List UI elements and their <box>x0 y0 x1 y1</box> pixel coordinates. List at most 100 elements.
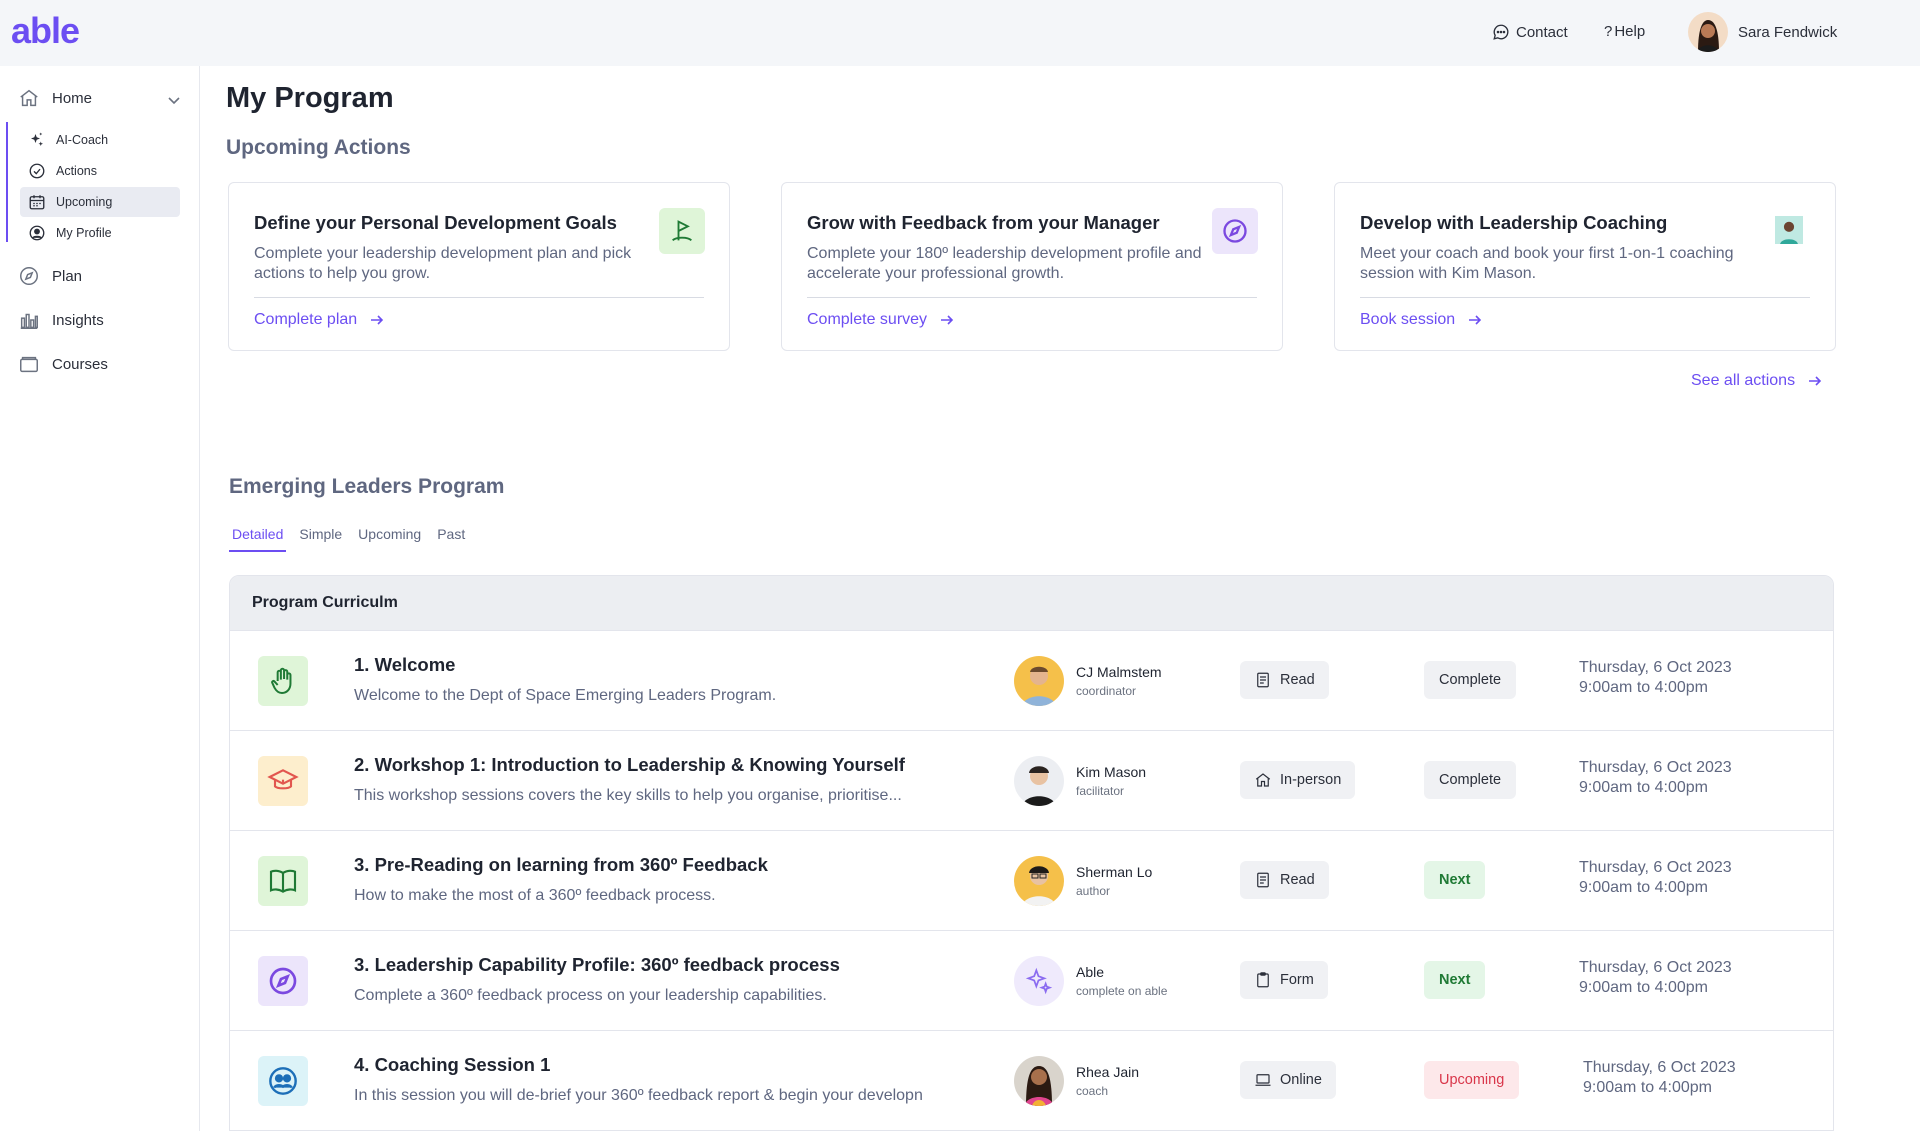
contact-label: Contact <box>1516 23 1568 41</box>
clipboard-icon <box>1257 972 1269 988</box>
type-badge: Online <box>1240 1061 1336 1099</box>
graduation-cap-icon <box>258 756 308 806</box>
divider <box>254 297 704 298</box>
row-title: 2. Workshop 1: Introduction to Leadershi… <box>354 754 905 775</box>
table-row[interactable]: 1. Welcome Welcome to the Dept of Space … <box>230 631 1833 731</box>
program-tabs: Detailed Simple Upcoming Past <box>229 526 468 552</box>
person-role: complete on able <box>1076 984 1168 998</box>
status-badge: Complete <box>1424 761 1517 799</box>
person: CJ Malmstem coordinator <box>1014 656 1162 706</box>
session-date: Thursday, 6 Oct 2023 <box>1579 659 1732 676</box>
tab-simple[interactable]: Simple <box>296 526 345 552</box>
type-badge: Read <box>1240 861 1329 899</box>
person-name: Rhea Jain <box>1076 1064 1140 1080</box>
table-row[interactable]: 3. Leadership Capability Profile: 360º f… <box>230 931 1833 1031</box>
laptop-icon <box>1255 1074 1271 1086</box>
card-description: Meet your coach and book your first 1-on… <box>1360 245 1734 282</box>
row-title: 1. Welcome <box>354 654 456 675</box>
row-title: 4. Coaching Session 1 <box>354 1054 551 1075</box>
app-logo[interactable]: able <box>11 10 80 52</box>
book-session-link[interactable]: Book session <box>1360 311 1483 329</box>
session-time: Thursday, 6 Oct 2023 9:00am to 4:00pm <box>1579 758 1732 798</box>
type-label: Read <box>1280 872 1315 888</box>
user-name: Sara Fendwick <box>1738 23 1838 41</box>
complete-plan-link[interactable]: Complete plan <box>254 311 385 329</box>
session-time: Thursday, 6 Oct 2023 9:00am to 4:00pm <box>1579 658 1732 698</box>
sidebar-item-insights[interactable]: Insights <box>18 309 104 331</box>
contact-link[interactable]: Contact <box>1492 23 1568 41</box>
upcoming-actions-title: Upcoming Actions <box>226 136 411 159</box>
complete-survey-link[interactable]: Complete survey <box>807 311 955 329</box>
table-row[interactable]: 2. Workshop 1: Introduction to Leadershi… <box>230 731 1833 831</box>
sidebar-item-courses[interactable]: Courses <box>18 353 108 375</box>
person-role: author <box>1076 884 1111 898</box>
type-label: Online <box>1280 1072 1322 1088</box>
sidebar-item-upcoming[interactable]: Upcoming <box>20 187 180 217</box>
sidebar-item-ai-coach[interactable]: AI-Coach <box>20 125 180 155</box>
able-sparkle-avatar <box>1014 956 1064 1006</box>
sidebar-item-plan[interactable]: Plan <box>18 265 82 287</box>
arrow-right-icon <box>1469 315 1482 325</box>
flag-icon <box>659 208 705 254</box>
type-badge: Form <box>1240 961 1328 999</box>
check-circle-icon <box>29 163 45 179</box>
action-card: Grow with Feedback from your Manager Com… <box>781 182 1283 351</box>
sidebar-item-label: AI-Coach <box>56 133 109 147</box>
card-description: Complete your leadership development pla… <box>254 245 632 282</box>
arrow-right-icon <box>1809 376 1822 386</box>
chevron-down-icon[interactable] <box>166 92 182 108</box>
coach-avatar <box>1767 208 1811 252</box>
link-label: Complete plan <box>254 311 358 328</box>
sidebar-item-label: Upcoming <box>56 195 113 209</box>
avatar <box>1014 656 1064 706</box>
tab-past[interactable]: Past <box>434 526 468 552</box>
program-title: Emerging Leaders Program <box>229 475 505 498</box>
house-icon <box>1255 773 1271 787</box>
people-icon <box>258 1056 308 1106</box>
sidebar-item-actions[interactable]: Actions <box>20 156 180 186</box>
row-description: This workshop sessions covers the key sk… <box>354 787 902 804</box>
type-badge: Read <box>1240 661 1329 699</box>
home-icon <box>20 89 38 107</box>
avatar <box>1014 1056 1064 1106</box>
see-all-actions-link[interactable]: See all actions <box>1691 372 1823 390</box>
compass-icon <box>20 267 38 285</box>
sidebar-item-label: My Profile <box>56 226 112 240</box>
avatar <box>1014 756 1064 806</box>
session-hours: 9:00am to 4:00pm <box>1579 779 1708 796</box>
help-link[interactable]: ? Help <box>1604 23 1645 40</box>
card-title: Develop with Leadership Coaching <box>1360 212 1668 233</box>
session-hours: 9:00am to 4:00pm <box>1579 679 1708 696</box>
card-title: Define your Personal Development Goals <box>254 212 617 233</box>
page-title: My Program <box>226 82 394 114</box>
submenu-indicator <box>6 122 8 242</box>
person-name: Kim Mason <box>1076 764 1147 780</box>
session-time: Thursday, 6 Oct 2023 9:00am to 4:00pm <box>1583 1058 1736 1098</box>
session-date: Thursday, 6 Oct 2023 <box>1579 959 1732 976</box>
link-label: Complete survey <box>807 311 928 328</box>
avatar <box>1688 12 1728 52</box>
bar-chart-icon <box>20 313 38 329</box>
sidebar-item-label: Plan <box>52 267 83 285</box>
top-bar: able Contact ? Help Sara Fendwick <box>0 0 1920 66</box>
session-hours: 9:00am to 4:00pm <box>1579 979 1708 996</box>
session-hours: 9:00am to 4:00pm <box>1579 879 1708 896</box>
status-badge: Next <box>1424 961 1486 999</box>
tab-detailed[interactable]: Detailed <box>229 526 287 552</box>
table-row[interactable]: 4. Coaching Session 1 In this session yo… <box>230 1031 1833 1131</box>
sidebar-item-label: Home <box>52 89 93 107</box>
user-menu[interactable]: Sara Fendwick <box>1688 12 1837 52</box>
tab-upcoming[interactable]: Upcoming <box>355 526 424 552</box>
person: Sherman Lo author <box>1014 856 1152 906</box>
divider <box>1360 297 1810 298</box>
sidebar-item-my-profile[interactable]: My Profile <box>20 218 180 248</box>
status-badge: Next <box>1424 861 1486 899</box>
person-role: facilitator <box>1076 784 1125 798</box>
sidebar-item-home[interactable]: Home <box>18 87 92 109</box>
table-row[interactable]: 3. Pre-Reading on learning from 360º Fee… <box>230 831 1833 931</box>
compass-icon <box>258 956 308 1006</box>
document-icon <box>1257 872 1269 888</box>
folder-icon <box>20 356 38 373</box>
compass-icon <box>1212 208 1258 254</box>
divider <box>807 297 1257 298</box>
